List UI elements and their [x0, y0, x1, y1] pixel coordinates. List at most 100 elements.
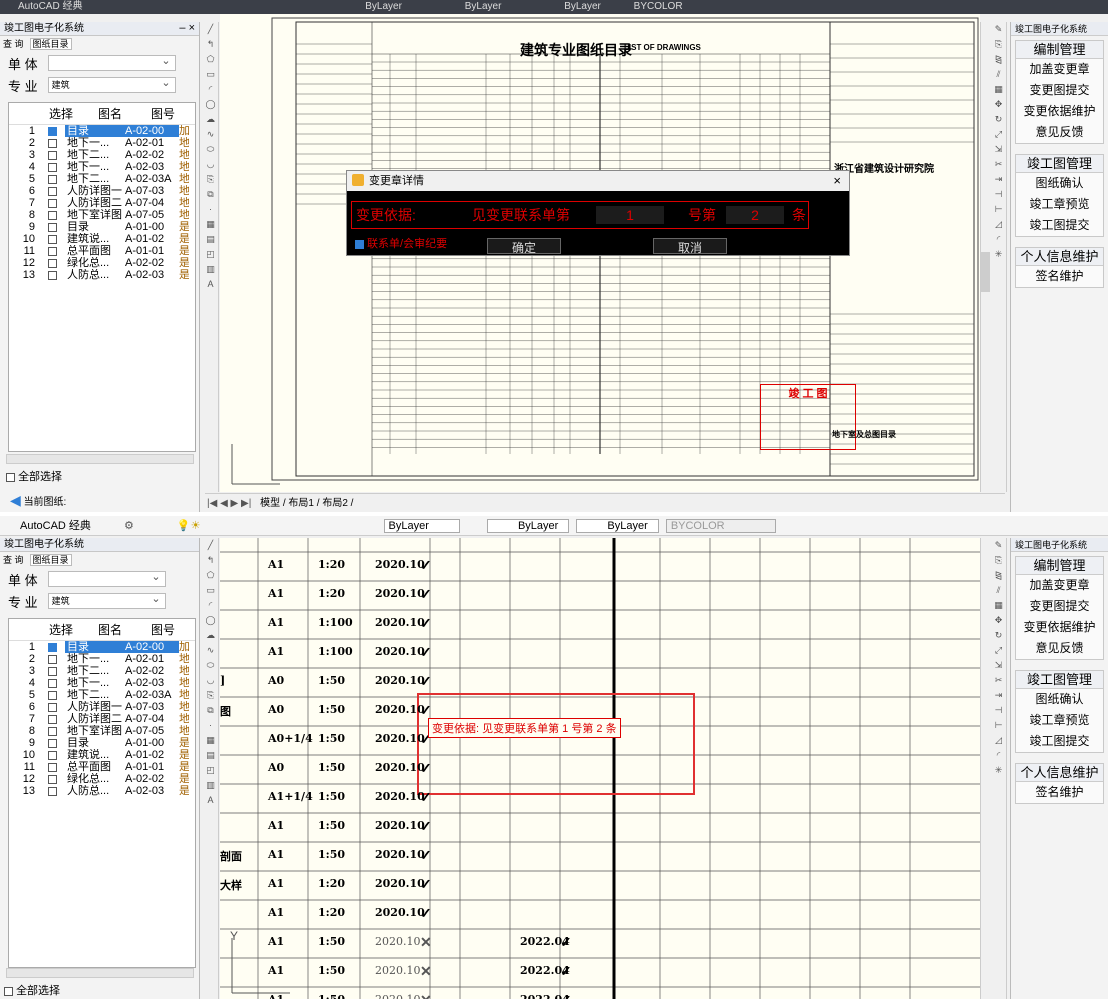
vertical-scrollbar[interactable]	[980, 22, 990, 492]
row-checkbox[interactable]	[47, 210, 57, 220]
item-number-input[interactable]: 2	[726, 206, 784, 224]
panel-action-item[interactable]: 变更图提交	[1016, 80, 1103, 101]
row-checkbox[interactable]	[47, 126, 57, 136]
section-header[interactable]: 个人信息维护	[1016, 764, 1103, 782]
arc-icon[interactable]: ◜	[203, 598, 218, 613]
panel-action-item[interactable]: 图纸确认	[1016, 173, 1103, 194]
row-checkbox[interactable]	[47, 642, 57, 652]
panel-action-item[interactable]: 变更图提交	[1016, 596, 1103, 617]
linetype-dropdown-2[interactable]: ByLayer	[486, 519, 570, 533]
ok-button[interactable]: 确定	[487, 238, 561, 255]
offset-icon[interactable]: ⫽	[991, 67, 1006, 82]
row-checkbox-cell[interactable]	[39, 209, 65, 221]
workspace-dropdown[interactable]: AutoCAD 经典	[20, 520, 91, 532]
table-row[interactable]: 8 地下室详图 A-07-05 地	[9, 725, 195, 737]
row-checkbox[interactable]	[47, 270, 57, 280]
major-select[interactable]: 建筑	[47, 76, 176, 93]
move-icon[interactable]: ✥	[991, 97, 1006, 112]
stretch-icon[interactable]: ⇲	[991, 142, 1006, 157]
tab-catalog[interactable]: 图纸目录	[29, 38, 72, 50]
ellipse-arc-icon[interactable]: ◡	[203, 157, 218, 172]
row-checkbox[interactable]	[47, 258, 57, 268]
table-row[interactable]: 7 人防详图二 A-07-04 地	[9, 713, 195, 725]
stretch-icon[interactable]: ⇲	[991, 658, 1006, 673]
point-icon[interactable]: ·	[203, 718, 218, 733]
region-icon[interactable]: ◰	[203, 247, 218, 262]
lineweight-dropdown[interactable]: ByLayer	[564, 1, 601, 12]
tab-query[interactable]: 查 询	[3, 39, 24, 49]
row-checkbox-cell[interactable]	[39, 689, 65, 701]
row-checkbox-cell[interactable]	[39, 785, 65, 797]
row-checkbox-cell[interactable]	[39, 125, 65, 137]
panel-action-item[interactable]: 竣工图提交	[1016, 215, 1103, 236]
erase-icon[interactable]: ✎	[991, 538, 1006, 553]
panel-action-item[interactable]: 图纸确认	[1016, 689, 1103, 710]
row-checkbox-cell[interactable]	[39, 173, 65, 185]
row-checkbox[interactable]	[47, 246, 57, 256]
table-row[interactable]: 3 地下二... A-02-02 地	[9, 149, 195, 161]
region-icon[interactable]: ◰	[203, 763, 218, 778]
panel-action-item[interactable]: 变更依据维护	[1016, 617, 1103, 638]
block-icon[interactable]: ⧉	[203, 703, 218, 718]
table-row[interactable]: 12 绿化总... A-02-02 是	[9, 257, 195, 269]
array-icon[interactable]: ▦	[991, 82, 1006, 97]
sheet-number-input[interactable]: 1	[596, 206, 664, 224]
row-checkbox-cell[interactable]	[39, 197, 65, 209]
row-checkbox-cell[interactable]	[39, 185, 65, 197]
table-row[interactable]: 1 目录 A-02-00 加	[9, 641, 195, 653]
extend-icon[interactable]: ⇥	[991, 688, 1006, 703]
linetype-dropdown[interactable]: ByLayer	[465, 1, 502, 12]
row-checkbox-cell[interactable]	[39, 149, 65, 161]
break-icon[interactable]: ⊣	[991, 703, 1006, 718]
row-checkbox[interactable]	[47, 150, 57, 160]
revcloud-icon[interactable]: ☁	[203, 112, 218, 127]
row-checkbox-cell[interactable]	[39, 161, 65, 173]
row-checkbox[interactable]	[47, 222, 57, 232]
row-checkbox-cell[interactable]	[39, 665, 65, 677]
row-checkbox-cell[interactable]	[39, 701, 65, 713]
explode-icon[interactable]: ✳	[991, 247, 1006, 262]
row-checkbox[interactable]	[47, 654, 57, 664]
hatch-icon[interactable]: ▦	[203, 733, 218, 748]
move-icon[interactable]: ✥	[991, 613, 1006, 628]
line-icon[interactable]: ╱	[203, 22, 218, 37]
major-select-2[interactable]: 建筑	[47, 592, 166, 609]
text-icon[interactable]: A	[203, 277, 218, 292]
row-checkbox[interactable]	[47, 198, 57, 208]
table-row[interactable]: 5 地下二... A-02-03A 地	[9, 173, 195, 185]
table-icon[interactable]: ▥	[203, 778, 218, 793]
revcloud-icon[interactable]: ☁	[203, 628, 218, 643]
panel-action-item[interactable]: 竣工章预览	[1016, 194, 1103, 215]
row-checkbox[interactable]	[47, 786, 57, 796]
chamfer-icon[interactable]: ◿	[991, 733, 1006, 748]
text-icon[interactable]: A	[203, 793, 218, 808]
row-checkbox-cell[interactable]	[39, 245, 65, 257]
table-row[interactable]: 12 绿化总... A-02-02 是	[9, 773, 195, 785]
unit-select-2[interactable]	[47, 570, 166, 587]
fillet-icon[interactable]: ◜	[991, 748, 1006, 763]
section-header[interactable]: 个人信息维护	[1016, 248, 1103, 266]
circle-icon[interactable]: ◯	[203, 613, 218, 628]
table-row[interactable]: 9 目录 A-01-00 是	[9, 221, 195, 233]
row-checkbox[interactable]	[47, 186, 57, 196]
ellipse-arc-icon[interactable]: ◡	[203, 673, 218, 688]
row-checkbox[interactable]	[47, 702, 57, 712]
row-checkbox[interactable]	[47, 138, 57, 148]
polyline-icon[interactable]: ↰	[203, 37, 218, 52]
tab-query-2[interactable]: 查 询	[3, 555, 24, 565]
gradient-icon[interactable]: ▤	[203, 232, 218, 247]
table-row[interactable]: 2 地下一... A-02-01 地	[9, 653, 195, 665]
select-all-checkbox[interactable]	[6, 472, 15, 482]
polygon-icon[interactable]: ⬠	[203, 568, 218, 583]
rectangle-icon[interactable]: ▭	[203, 583, 218, 598]
panel-action-item[interactable]: 意见反馈	[1016, 122, 1103, 143]
ellipse-icon[interactable]: ⬭	[203, 658, 218, 673]
section-header[interactable]: 竣工图管理	[1016, 155, 1103, 173]
tab-layout2[interactable]: 布局2	[322, 498, 348, 509]
hatch-icon[interactable]: ▦	[203, 217, 218, 232]
table-row[interactable]: 8 地下室详图 A-07-05 地	[9, 209, 195, 221]
table-row[interactable]: 2 地下一... A-02-01 地	[9, 137, 195, 149]
row-checkbox-cell[interactable]	[39, 269, 65, 281]
point-icon[interactable]: ·	[203, 202, 218, 217]
extend-icon[interactable]: ⇥	[991, 172, 1006, 187]
